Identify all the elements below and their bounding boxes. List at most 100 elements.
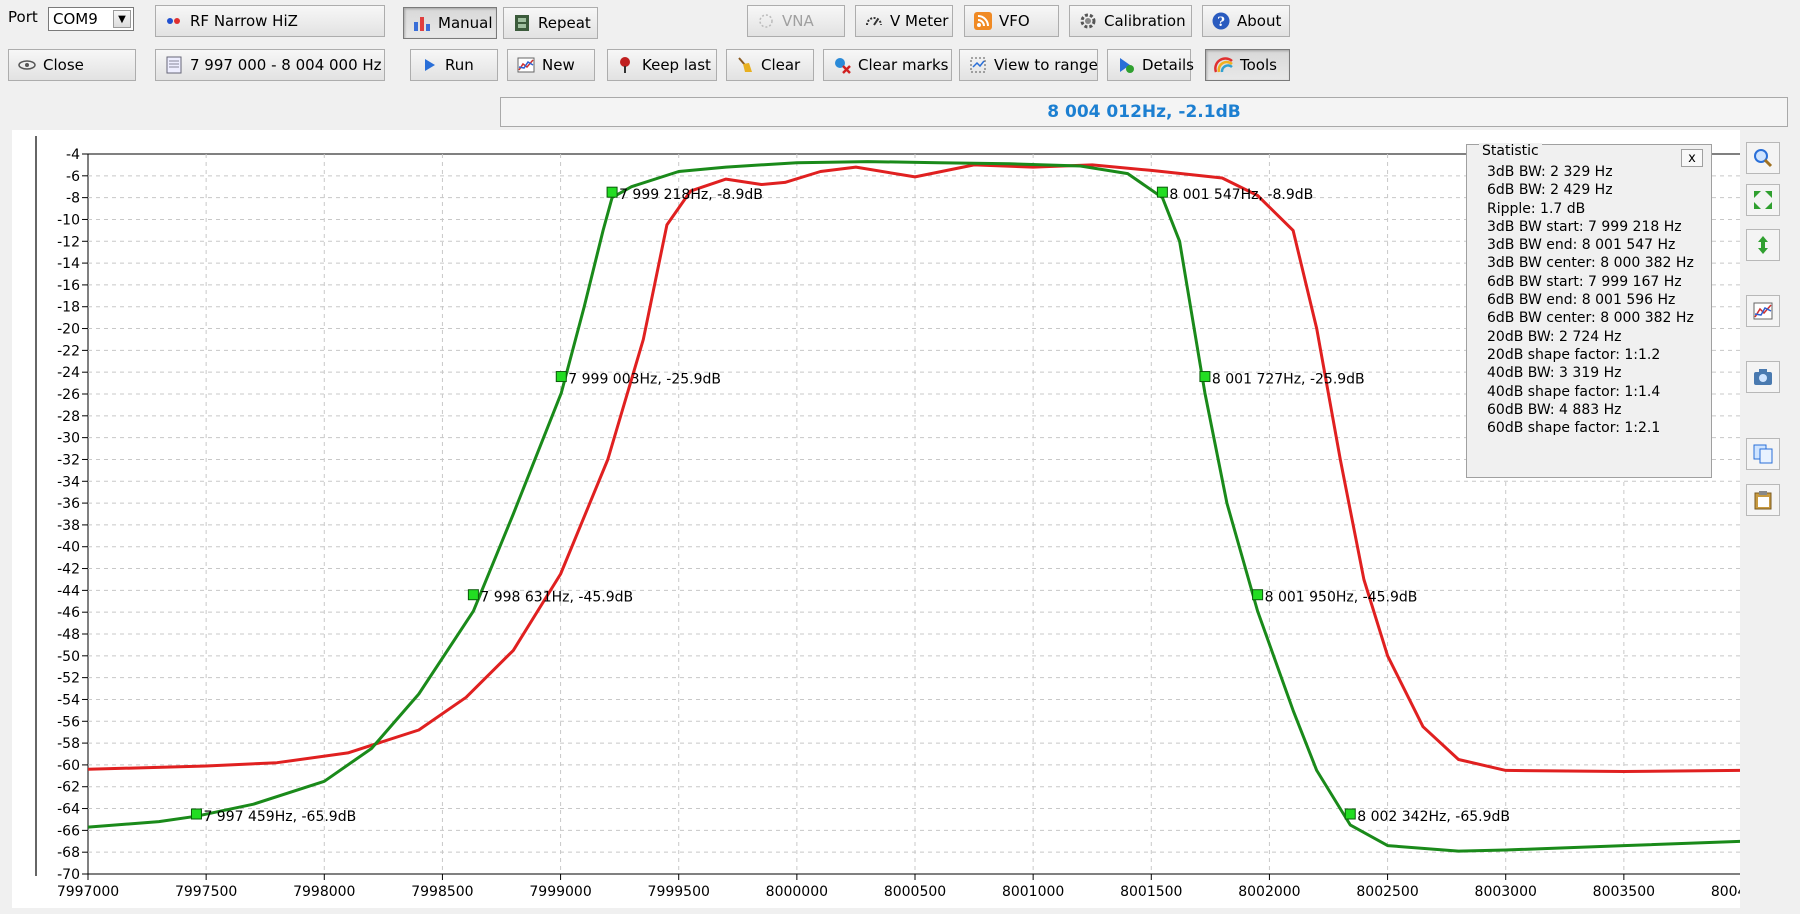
- marker-point: [1344, 808, 1356, 820]
- stat-line: 3dB BW: 2 329 Hz: [1487, 164, 1613, 180]
- y-tick-label: -18: [57, 300, 80, 316]
- marker-point: [467, 589, 479, 601]
- calibration-button[interactable]: Calibration: [1069, 5, 1192, 37]
- y-tick-label: -30: [57, 431, 80, 447]
- port-label: Port: [8, 8, 38, 26]
- y-tick-label: -46: [57, 605, 80, 621]
- new-button[interactable]: New: [507, 49, 595, 81]
- y-tick-label: -14: [57, 256, 80, 272]
- vfo-button[interactable]: VFO: [964, 5, 1059, 37]
- close-button[interactable]: Close: [8, 49, 136, 81]
- y-tick-label: -28: [57, 409, 80, 425]
- manual-button[interactable]: Manual: [403, 7, 497, 39]
- close-label: Close: [43, 56, 84, 74]
- vertical-scale-button[interactable]: [1746, 229, 1780, 261]
- tools-label: Tools: [1240, 56, 1277, 74]
- keep-last-button[interactable]: Keep last: [607, 49, 717, 81]
- stat-line: 40dB BW: 3 319 Hz: [1487, 365, 1622, 382]
- vmeter-button[interactable]: V Meter: [855, 5, 953, 37]
- x-tick-label: 8001000: [1002, 884, 1064, 900]
- stat-line: 20dB shape factor: 1:1.2: [1487, 346, 1661, 363]
- y-tick-label: -44: [57, 583, 80, 599]
- y-tick-label: -62: [57, 780, 80, 796]
- probe-button[interactable]: RF Narrow HiZ: [155, 5, 385, 37]
- view-to-range-label: View to range: [994, 56, 1098, 74]
- clear-broom-icon: [735, 55, 755, 75]
- run-label: Run: [445, 56, 474, 74]
- about-label: About: [1237, 12, 1282, 30]
- chevron-down-icon[interactable]: ▼: [113, 10, 131, 28]
- marker-point: [1252, 589, 1264, 601]
- statistic-panel: Statistic x 3dB BW: 2 329 Hz 6dB BW: 2 4…: [1466, 143, 1712, 478]
- details-button[interactable]: Details: [1107, 49, 1195, 81]
- y-tick-label: -42: [57, 562, 80, 578]
- manual-label: Manual: [438, 14, 493, 32]
- vna-icon: [756, 11, 776, 31]
- vfo-label: VFO: [999, 12, 1030, 30]
- range-label: 7 997 000 - 8 004 000 Hz: [190, 56, 382, 74]
- x-tick-label: 8000500: [884, 884, 946, 900]
- marker-label: 7 997 459Hz, -65.9dB: [203, 809, 356, 825]
- range-button[interactable]: 7 997 000 - 8 004 000 Hz: [155, 49, 385, 81]
- new-chart-icon: [516, 55, 536, 75]
- zoom-button[interactable]: [1746, 142, 1780, 174]
- copy-button[interactable]: [1746, 438, 1780, 470]
- repeat-button[interactable]: Repeat: [503, 7, 598, 39]
- y-tick-label: -40: [57, 540, 80, 556]
- stat-line: 40dB shape factor: 1:1.4: [1487, 383, 1661, 400]
- cursor-readout: 8 004 012Hz, -2.1dB: [500, 97, 1788, 127]
- marker-label: 8 001 547Hz, -8.9dB: [1169, 187, 1313, 203]
- stat-line: 6dB BW: 2 429 Hz: [1487, 182, 1613, 199]
- repeat-film-icon: [512, 13, 532, 33]
- chart-view-button[interactable]: [1746, 295, 1780, 327]
- paste-button[interactable]: [1746, 484, 1780, 516]
- fit-icon: [1754, 191, 1772, 209]
- run-button[interactable]: Run: [410, 49, 498, 81]
- vmeter-label: V Meter: [890, 12, 949, 30]
- y-tick-label: -66: [57, 823, 80, 839]
- y-tick-label: -58: [57, 736, 80, 752]
- marker-label: 8 001 727Hz, -25.9dB: [1212, 372, 1365, 388]
- marker-label: 7 999 218Hz, -8.9dB: [619, 187, 763, 203]
- details-label: Details: [1142, 56, 1195, 74]
- port-select[interactable]: COM9 ▼: [48, 7, 134, 31]
- close-eye-icon: [17, 55, 37, 75]
- statistic-list: 3dB BW: 2 329 Hz 6dB BW: 2 429 Hz Ripple…: [1487, 163, 1694, 437]
- x-tick-label: 8003500: [1593, 884, 1655, 900]
- x-tick-label: 7997500: [175, 884, 237, 900]
- y-tick-label: -68: [57, 845, 80, 861]
- x-tick-label: 8001500: [1120, 884, 1182, 900]
- repeat-label: Repeat: [538, 14, 591, 32]
- y-tick-label: -60: [57, 758, 80, 774]
- x-tick-label: 7997000: [57, 884, 119, 900]
- marker-label: 7 998 631Hz, -45.9dB: [480, 590, 633, 606]
- manual-chart-icon: [412, 13, 432, 33]
- stat-line: 3dB BW end: 8 001 547 Hz: [1487, 237, 1676, 254]
- y-tick-label: -26: [57, 387, 80, 403]
- fit-button[interactable]: [1746, 184, 1780, 216]
- stat-line: Ripple: 1.7 dB: [1487, 200, 1586, 217]
- chart-icon: [1753, 302, 1773, 320]
- stat-line: 20dB BW: 2 724 Hz: [1487, 328, 1622, 345]
- zoom-icon: [1754, 149, 1773, 168]
- vna-button[interactable]: VNA: [747, 5, 845, 37]
- copy-icon: [1753, 444, 1773, 464]
- screenshot-button[interactable]: [1746, 361, 1780, 393]
- y-tick-label: -4: [66, 147, 80, 163]
- y-tick-label: -20: [57, 322, 80, 338]
- vmeter-gauge-icon: [864, 11, 884, 31]
- y-tick-label: -12: [57, 234, 80, 250]
- clear-button[interactable]: Clear: [726, 49, 814, 81]
- x-tick-label: 8004000: [1711, 884, 1740, 900]
- marker-label: 8 002 342Hz, -65.9dB: [1357, 809, 1510, 825]
- y-tick-label: -10: [57, 212, 80, 228]
- y-tick-label: -32: [57, 452, 80, 468]
- clear-marks-icon: [832, 55, 852, 75]
- y-tick-label: -22: [57, 343, 80, 359]
- y-tick-label: -48: [57, 627, 80, 643]
- tools-button[interactable]: Tools: [1205, 49, 1290, 81]
- view-to-range-button[interactable]: View to range: [959, 49, 1098, 81]
- clear-marks-button[interactable]: Clear marks: [823, 49, 952, 81]
- about-button[interactable]: ? About: [1202, 5, 1290, 37]
- x-tick-label: 7998500: [411, 884, 473, 900]
